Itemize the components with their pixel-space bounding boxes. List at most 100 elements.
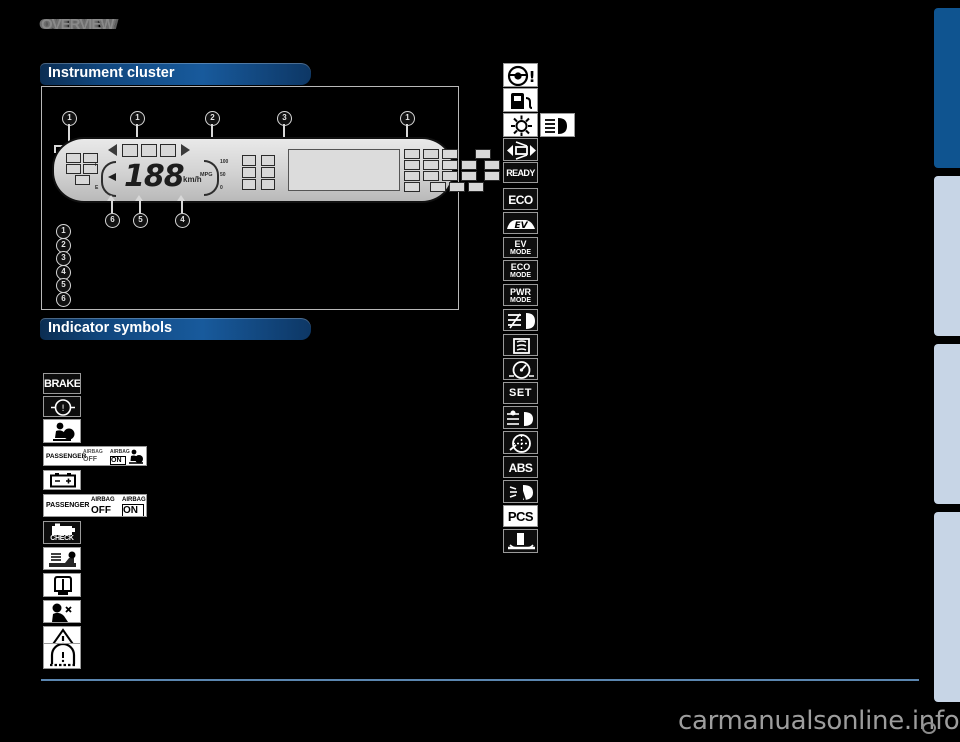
headlight-beam-glyph: [545, 118, 567, 134]
lamp-failure-glyph: [509, 484, 533, 501]
telltale-cell: [404, 182, 420, 192]
airbag-label-on: AIRBAG: [122, 497, 146, 503]
callout-marker: 4: [175, 213, 190, 228]
mpg-tick-label: 0: [220, 185, 223, 191]
seat-belt-reminder-indicator-icon: [43, 573, 81, 597]
mpg-tick-label: 100: [220, 159, 229, 165]
instrument-cluster-figure: 1 1 2 3 1 F E 188 km/h 100 50 0 MPG 6 5 …: [41, 86, 500, 310]
hybrid-car-glyph: [49, 551, 76, 567]
svg-text:!: !: [61, 404, 65, 414]
fuel-low-level-indicator-icon: [503, 88, 538, 112]
callout-arrow-icon: [107, 195, 115, 201]
ready-label: READY: [506, 168, 535, 178]
pwr-label: PWR: [510, 287, 531, 297]
mode-label: MODE: [510, 249, 531, 256]
callout-leader: [111, 199, 113, 213]
tab-section-4[interactable]: [934, 512, 960, 702]
seat-glyph: [54, 576, 72, 595]
callout-marker: 5: [133, 213, 148, 228]
abs-label: ABS: [508, 461, 533, 475]
telltale-cell: [404, 171, 420, 181]
gear-cell-d: [261, 167, 275, 178]
list-item: 2: [56, 234, 71, 253]
abs-warning-indicator-icon: ABS: [503, 456, 538, 478]
mpg-gauge-label: MPG: [200, 172, 213, 178]
fog-light-indicator-icon: [503, 309, 538, 331]
tire-pressure-warning-indicator-icon: [43, 643, 81, 669]
callout-leader: [139, 199, 141, 213]
turn-signal-left-arrow-icon: [108, 144, 117, 156]
tab-section-1[interactable]: [934, 8, 960, 168]
gear-cell-s: [261, 179, 275, 190]
ev-label: EV: [514, 239, 527, 249]
brake-system-indicator-icon: BRAKE: [43, 373, 81, 394]
telltale-cell: [66, 153, 81, 163]
watermark-dot-icon: [922, 722, 936, 734]
multi-information-display: [288, 149, 400, 191]
section-header-instrument-cluster-label: Instrument cluster: [48, 65, 175, 81]
hybrid-system-warning-indicator-icon: [43, 547, 81, 570]
telltale-cell: [66, 164, 81, 174]
tire-pressure-glyph: [50, 644, 76, 667]
telltale-cell: [423, 160, 439, 170]
set-label: SET: [509, 387, 532, 399]
airbag-person-glyph: [53, 422, 75, 441]
speedometer-value: 188: [124, 159, 185, 194]
sidebar-tabs: [934, 0, 960, 742]
fuel-pump-glyph: [511, 93, 533, 109]
turn-signal-right-arrow-icon: [181, 144, 190, 156]
telltale-cell: [404, 160, 420, 170]
cruise-control-indicator-icon: [503, 358, 538, 380]
fuel-gauge-needle-icon: [108, 173, 116, 181]
fuel-gauge-full-label: F: [95, 162, 99, 168]
ready-indicator-icon: READY: [503, 162, 538, 183]
belted-person-glyph: [52, 603, 72, 622]
speedometer-unit-label: km/h: [183, 175, 202, 184]
section-header-instrument-cluster: Instrument cluster: [40, 63, 311, 85]
list-item: 4: [56, 261, 71, 280]
right-telltale-grid: [404, 149, 519, 192]
callout-arrow-icon: [135, 195, 143, 201]
site-watermark: carmanualsonline.info: [678, 706, 960, 736]
on-label: ON: [110, 456, 126, 465]
legend-marker: 6: [56, 291, 71, 307]
light-sun-glyph: [511, 115, 532, 136]
tab-section-3[interactable]: [934, 344, 960, 504]
list-item: 6: [56, 288, 71, 307]
eco-label: ECO: [508, 193, 533, 207]
pcs-warning-indicator-icon: PCS: [503, 505, 538, 527]
gear-cell-p: [242, 155, 256, 166]
cruise-speedo-glyph: [509, 361, 534, 379]
driver-seatbelt-indicator-icon: [43, 600, 81, 623]
engine-check-indicator-icon: CHECK: [43, 521, 81, 544]
telltale-cell: [475, 149, 491, 159]
check-label: CHECK: [50, 535, 74, 542]
eco-mode-indicator-icon: ECO MODE: [503, 260, 538, 281]
telltale-cell: [430, 182, 446, 192]
ev-mode-select-indicator-icon: EV MODE: [503, 237, 538, 258]
pcs-label: PCS: [507, 509, 534, 524]
radar-cruise-glyph: [509, 434, 531, 453]
telltale-cell: [461, 171, 477, 181]
page-title: OVERVIEW: [41, 16, 115, 33]
telltale-cell: [461, 160, 477, 170]
fog-light-glyph: [508, 313, 535, 329]
turn-signal-indicator-row: [108, 143, 208, 159]
list-item: 1: [56, 220, 71, 239]
tab-section-2[interactable]: [934, 176, 960, 336]
dynamic-radar-cruise-indicator-icon: [503, 431, 538, 454]
airbag-person-glyph: [129, 449, 143, 464]
telltale-cell: [442, 171, 458, 181]
ev-car-glyph: EV: [507, 220, 535, 231]
gear-cell-n: [242, 167, 256, 178]
fuel-gauge: F E: [95, 161, 121, 197]
telltale-cell: [160, 144, 176, 157]
gear-cell-r: [261, 155, 275, 166]
mode-label: MODE: [510, 297, 531, 304]
gear-cell-b: [242, 179, 256, 190]
telltale-cell: [449, 182, 465, 192]
brake-warning-circle-indicator-icon: !: [43, 396, 81, 417]
passenger-airbag-off-on-indicator-icon: PASSENGER AIRBAG OFF AIRBAG ON: [43, 446, 147, 466]
telltale-cell: [423, 171, 439, 181]
section-header-indicator-symbols-label: Indicator symbols: [48, 320, 173, 336]
